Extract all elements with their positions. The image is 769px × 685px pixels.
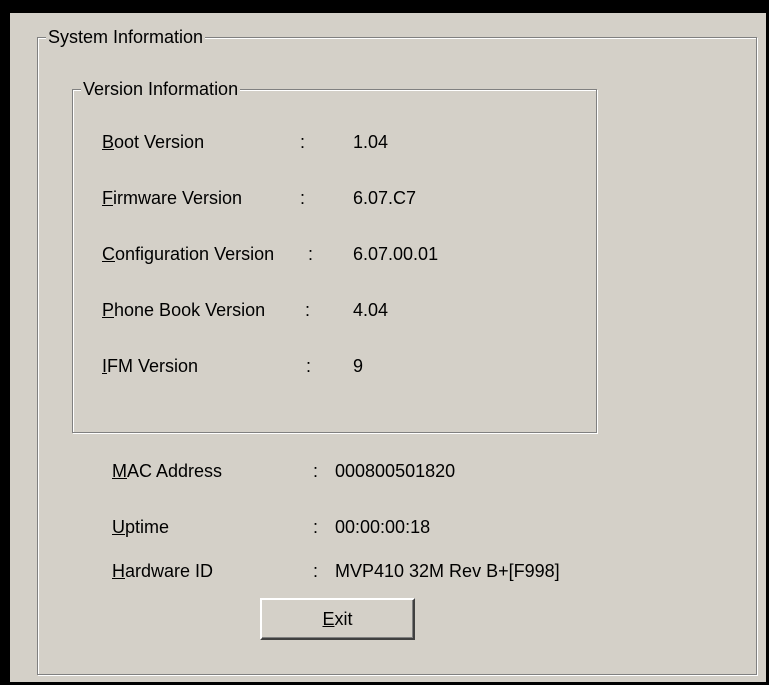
configuration-version-separator: : xyxy=(308,244,314,264)
hardware-id-separator: : xyxy=(313,561,319,581)
uptime-value: 00:00:00:18 xyxy=(335,517,431,537)
system-info-dialog: System Information Version Information B… xyxy=(10,13,766,682)
ifm-version-separator: : xyxy=(306,356,312,376)
phone-book-version-separator: : xyxy=(305,300,311,320)
mac-address-label: MAC Address xyxy=(112,461,223,481)
boot-version-label: Boot Version xyxy=(102,132,205,152)
version-information-title: Version Information xyxy=(81,77,241,101)
boot-version-separator: : xyxy=(300,132,306,152)
firmware-version-label: Firmware Version xyxy=(102,188,243,208)
phone-book-version-label: Phone Book Version xyxy=(102,300,266,320)
mac-address-value: 000800501820 xyxy=(335,461,456,481)
uptime-label: Uptime xyxy=(112,517,170,537)
phone-book-version-value: 4.04 xyxy=(353,300,389,320)
hardware-id-value: MVP410 32M Rev B+[F998] xyxy=(335,561,560,581)
uptime-separator: : xyxy=(313,517,319,537)
ifm-version-label: IFM Version xyxy=(102,356,199,376)
firmware-version-value: 6.07.C7 xyxy=(353,188,417,208)
system-information-title: System Information xyxy=(46,25,206,49)
exit-button-label: Exit xyxy=(322,608,353,629)
ifm-version-value: 9 xyxy=(353,356,364,376)
exit-button[interactable]: Exit xyxy=(260,598,415,640)
firmware-version-separator: : xyxy=(300,188,306,208)
configuration-version-label: Configuration Version xyxy=(102,244,275,264)
mac-address-separator: : xyxy=(313,461,319,481)
hardware-id-label: Hardware ID xyxy=(112,561,214,581)
configuration-version-value: 6.07.00.01 xyxy=(353,244,439,264)
boot-version-value: 1.04 xyxy=(353,132,389,152)
